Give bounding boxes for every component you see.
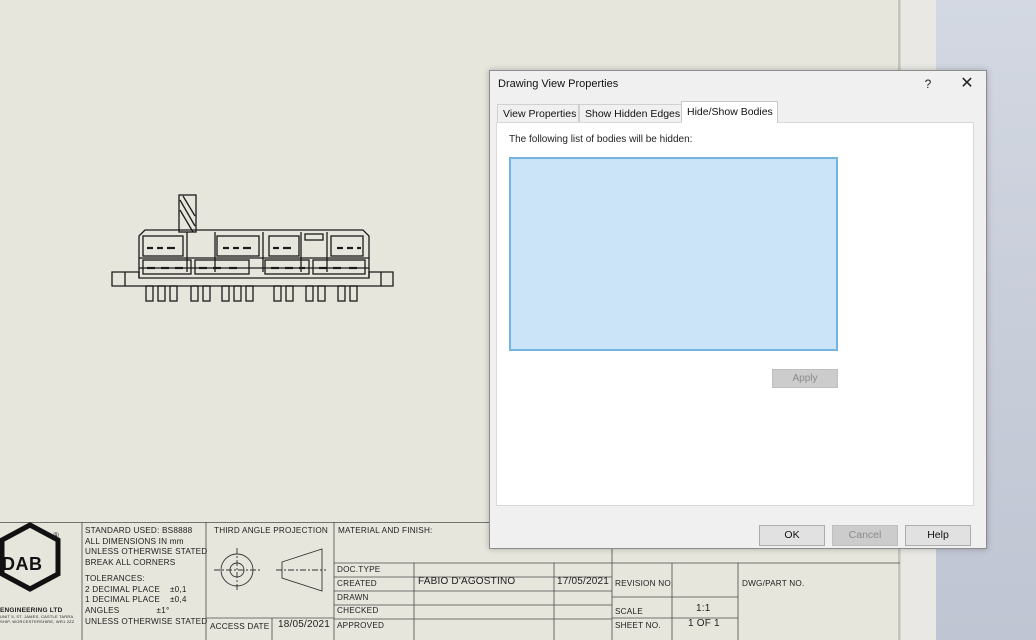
checked-label: CHECKED bbox=[337, 606, 379, 615]
standard-line-3: UNLESS OTHERWISE STATED bbox=[85, 547, 208, 556]
apply-button[interactable]: Apply bbox=[772, 369, 838, 388]
tab-hide-show-bodies[interactable]: Hide/Show Bodies bbox=[681, 101, 778, 123]
close-icon[interactable]: ✕ bbox=[952, 73, 982, 95]
created-label: CREATED bbox=[337, 579, 377, 588]
access-date-label: ACCESS DATE bbox=[210, 622, 270, 631]
ok-button[interactable]: OK bbox=[759, 525, 825, 546]
approved-label: APPROVED bbox=[337, 621, 385, 630]
standard-line-2: ALL DIMENSIONS IN mm bbox=[85, 537, 184, 546]
help-button[interactable]: Help bbox=[905, 525, 971, 546]
standard-line-1: STANDARD USED: BS8888 bbox=[85, 526, 193, 535]
created-by-value: FABIO D'AGOSTINO bbox=[418, 576, 516, 587]
third-angle-projection-icon bbox=[214, 548, 326, 592]
scale-label: SCALE bbox=[615, 607, 643, 616]
tolerance-line-3: 1 DECIMAL PLACE ±0,4 bbox=[85, 595, 187, 604]
help-icon[interactable]: ? bbox=[918, 73, 938, 95]
projection-label: THIRD ANGLE PROJECTION bbox=[214, 526, 329, 535]
cancel-button[interactable]: Cancel bbox=[832, 525, 898, 546]
drawn-label: DRAWN bbox=[337, 593, 369, 602]
logo-address-2: SHIP, WORCESTERSHIRE, WR1 2ZZ bbox=[0, 619, 75, 624]
scale-value: 1:1 bbox=[696, 603, 711, 614]
material-label: MATERIAL AND FINISH: bbox=[338, 526, 433, 535]
sheet-label: SHEET NO. bbox=[615, 621, 661, 630]
hidden-bodies-list[interactable] bbox=[509, 157, 838, 351]
tolerance-line-2: 2 DECIMAL PLACE ±0,1 bbox=[85, 585, 187, 594]
logo-text: DAB bbox=[2, 554, 43, 574]
tolerance-line-1: TOLERANCES: bbox=[85, 574, 145, 583]
connector-drawing-view[interactable] bbox=[105, 188, 405, 318]
access-date-value: 18/05/2021 bbox=[278, 619, 331, 630]
tolerance-line-4: ANGLES ±1° bbox=[85, 606, 170, 615]
tab-show-hidden-edges[interactable]: Show Hidden Edges bbox=[579, 104, 682, 123]
tolerance-line-5: UNLESS OTHERWISE STATED bbox=[85, 617, 208, 626]
sheet-value: 1 OF 1 bbox=[688, 618, 720, 629]
dwg-part-label: DWG/PART NO. bbox=[742, 579, 805, 588]
doc-type-label: DOC.TYPE bbox=[337, 565, 381, 574]
dialog-title: Drawing View Properties bbox=[498, 78, 619, 90]
tab-panel: The following list of bodies will be hid… bbox=[496, 122, 974, 506]
tab-view-properties[interactable]: View Properties bbox=[497, 104, 579, 123]
hidden-bodies-label: The following list of bodies will be hid… bbox=[509, 134, 693, 145]
drawing-view-properties-dialog: Drawing View Properties ? ✕ View Propert… bbox=[489, 70, 987, 549]
revision-label: REVISION NO. bbox=[615, 579, 674, 588]
created-date-value: 17/05/2021 bbox=[557, 576, 610, 587]
logo-registered-mark: ® bbox=[53, 531, 60, 540]
standard-line-4: BREAK ALL CORNERS bbox=[85, 558, 176, 567]
